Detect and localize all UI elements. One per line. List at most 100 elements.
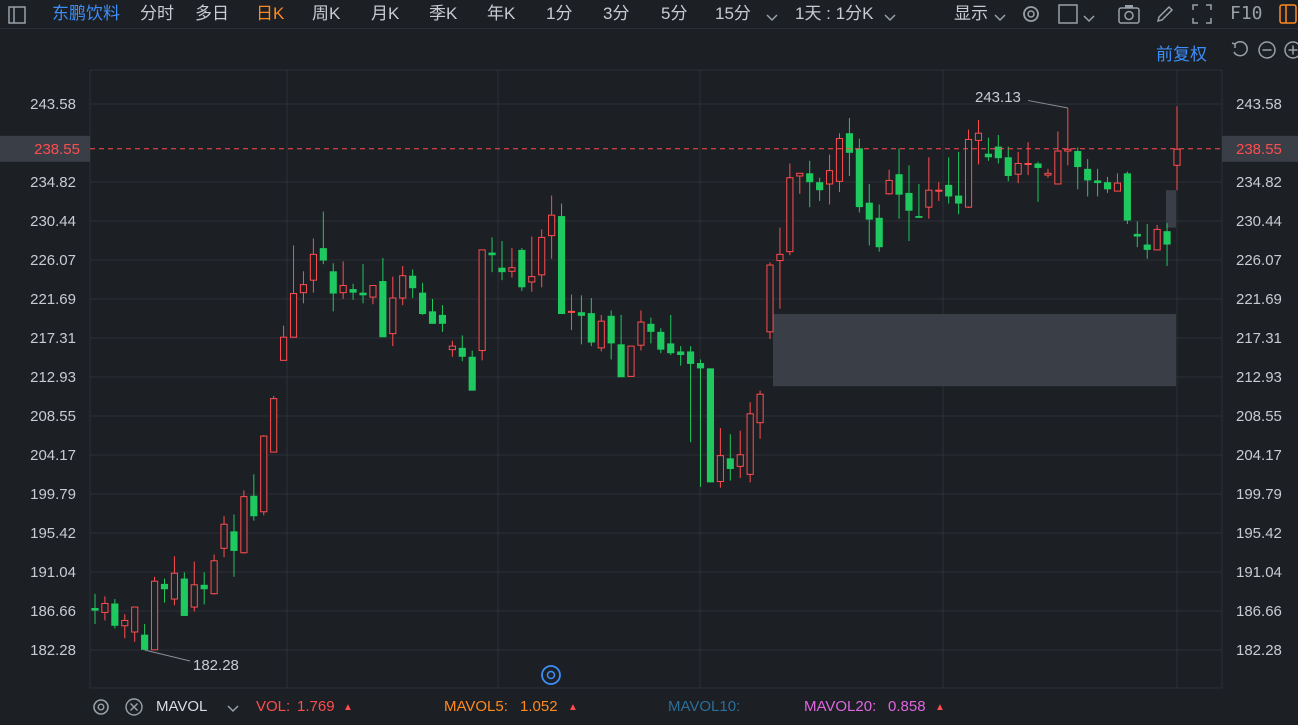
- candle-body: [706, 368, 715, 483]
- candle: [687, 346, 695, 443]
- candle-body: [984, 153, 992, 158]
- candle: [776, 227, 784, 309]
- min-label-leader: [144, 649, 191, 662]
- candle-body: [379, 281, 387, 338]
- candle: [260, 435, 268, 516]
- candle: [111, 599, 119, 629]
- candle-body: [1074, 151, 1082, 168]
- candle: [508, 248, 516, 278]
- candle: [587, 297, 595, 347]
- candle-body: [359, 292, 367, 296]
- candle-body: [468, 356, 476, 391]
- candle: [131, 606, 139, 642]
- candle-body: [557, 216, 566, 315]
- candle: [329, 263, 337, 312]
- y-tick-label-right: 191.04: [1236, 564, 1282, 581]
- indicator-settings-gear-icon[interactable]: [91, 697, 111, 721]
- y-tick-label-left: 212.93: [30, 369, 76, 386]
- candle-body: [1143, 244, 1151, 250]
- candle: [359, 264, 367, 304]
- candle: [1004, 146, 1012, 182]
- candle-body: [190, 584, 198, 608]
- candle-body: [1173, 148, 1181, 166]
- candle: [448, 340, 456, 357]
- candle: [885, 169, 893, 195]
- y-tick-label-right: 186.66: [1236, 603, 1282, 620]
- candle: [696, 359, 705, 487]
- candle: [796, 172, 804, 194]
- vol-value: 1.769: [297, 698, 335, 715]
- candle: [855, 138, 863, 213]
- candle-body: [1133, 233, 1141, 237]
- candle: [1143, 224, 1151, 259]
- candle: [1133, 221, 1141, 248]
- candle-body: [528, 276, 536, 283]
- candle-body: [935, 189, 943, 192]
- candle: [925, 157, 933, 219]
- candle-body: [577, 312, 585, 316]
- candle: [806, 160, 814, 208]
- candle-body: [756, 393, 764, 424]
- candle-body: [289, 293, 298, 338]
- candle-body: [448, 345, 456, 351]
- candle-body: [1044, 172, 1052, 176]
- max-price-label: 243.13: [975, 89, 1021, 106]
- candle-body: [657, 331, 665, 350]
- candle: [1084, 159, 1092, 197]
- price-gaps: [773, 190, 1176, 387]
- candle-body: [111, 603, 119, 626]
- candle: [1014, 151, 1022, 184]
- candle-body: [1064, 148, 1072, 152]
- candle-body: [796, 172, 804, 177]
- candle-body: [825, 170, 834, 185]
- candle-body: [1094, 180, 1102, 184]
- gap-zone: [773, 314, 1176, 387]
- candle-body: [1024, 162, 1032, 165]
- candle-body: [955, 195, 963, 204]
- candle-body: [339, 285, 347, 294]
- candle: [746, 402, 754, 483]
- candle: [577, 295, 585, 345]
- mavol5-value: 1.052: [520, 698, 558, 715]
- candle: [567, 294, 576, 331]
- candle: [438, 305, 447, 332]
- candle-body: [607, 315, 615, 344]
- candle: [280, 325, 288, 361]
- candle: [538, 229, 546, 288]
- candle-body: [91, 607, 99, 611]
- candle-body: [478, 249, 486, 352]
- candle: [915, 183, 923, 218]
- candle: [141, 623, 149, 650]
- candle: [895, 148, 903, 219]
- candle: [1054, 131, 1062, 185]
- close-icon[interactable]: [124, 697, 144, 721]
- candle: [845, 118, 853, 176]
- candle: [1074, 147, 1082, 190]
- candle: [786, 163, 794, 256]
- candle-body: [1084, 168, 1092, 181]
- candle: [875, 204, 883, 252]
- chevron-down-icon[interactable]: [227, 701, 239, 718]
- candle-body: [845, 133, 853, 153]
- candlestick-chart[interactable]: 243.58 234.82 230.44 226.07 221.69 217.31 212.…: [0, 0, 1298, 690]
- candle-body: [240, 496, 248, 554]
- candle: [91, 593, 99, 624]
- candle: [200, 572, 208, 605]
- candle-body: [160, 583, 169, 590]
- candle: [935, 182, 943, 201]
- y-tick-label-left: 243.58: [30, 96, 76, 113]
- candle-body: [280, 336, 288, 361]
- candle-body: [260, 435, 268, 513]
- candle-body: [806, 173, 814, 183]
- y-tick-label-right: 195.42: [1236, 525, 1282, 542]
- candle: [419, 282, 427, 315]
- indicator-select[interactable]: MAVOL: [156, 698, 207, 715]
- y-tick-label-right: 204.17: [1236, 447, 1282, 464]
- candle: [706, 368, 715, 483]
- indicator-bar: MAVOL VOL: 1.769 ▲ MAVOL5: 1.052 ▲ MAVOL…: [0, 690, 1298, 725]
- candle-body: [101, 603, 109, 613]
- candle-body: [905, 192, 913, 211]
- candle-body: [210, 560, 218, 595]
- candle: [548, 195, 556, 259]
- at-icon[interactable]: [541, 665, 561, 685]
